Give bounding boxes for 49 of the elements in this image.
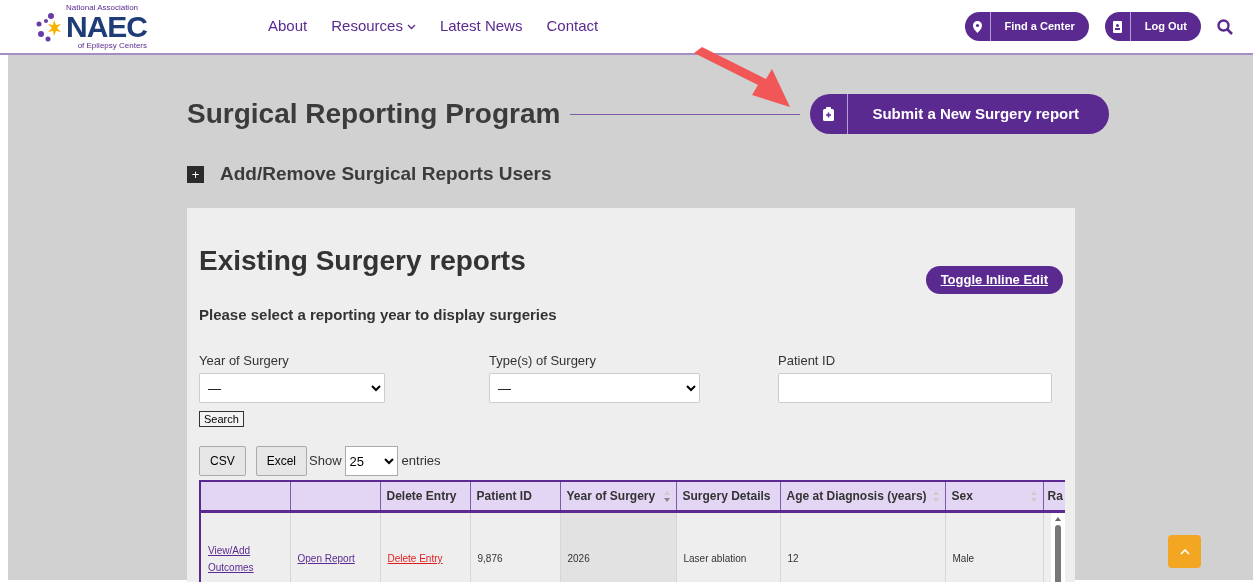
column-header: Ra: [1043, 481, 1065, 511]
logo-tagline: National Association: [66, 3, 140, 12]
column-header[interactable]: Year of Surgery: [560, 481, 676, 511]
submit-report-button[interactable]: Submit a New Surgery report: [810, 94, 1110, 134]
column-header: Patient ID: [470, 481, 560, 511]
id-card-icon: [1112, 20, 1122, 33]
show-label: Show: [309, 452, 342, 471]
map-pin-icon: [972, 20, 982, 33]
filter-select[interactable]: —: [199, 373, 385, 403]
filter-label: Type(s) of Surgery: [489, 351, 597, 370]
panel-heading: Existing Surgery reports: [199, 244, 526, 278]
sort-icon: [1030, 490, 1037, 502]
section-toggle-label[interactable]: Add/Remove Surgical Reports Users: [220, 159, 552, 189]
entries-label: entries: [401, 452, 441, 471]
sort-icon: [932, 490, 939, 502]
column-header: Surgery Details: [676, 481, 780, 511]
logo-text: NAEC: [66, 11, 147, 42]
instruction-text: Please select a reporting year to display surgeries: [199, 305, 558, 325]
table-cell: Laser ablation: [683, 553, 747, 564]
nav-link[interactable]: Contact: [546, 15, 599, 38]
clipboard-plus-icon: [823, 107, 835, 121]
page-title: Surgical Reporting Program: [187, 97, 561, 131]
sort-descending-icon: [663, 490, 670, 502]
nav-link[interactable]: Latest News: [439, 15, 523, 38]
column-header: Delete Entry: [380, 481, 470, 511]
column-header[interactable]: Sex: [945, 481, 1043, 511]
table-cell: 12: [787, 553, 799, 564]
header-button[interactable]: Find a Center: [964, 12, 1089, 41]
chevron-up-icon: [1179, 548, 1190, 555]
table-cell: 9,876: [477, 553, 503, 564]
delete-link[interactable]: Delete Entry: [387, 553, 443, 564]
filter-label: Year of Surgery: [199, 351, 290, 370]
page-length-select[interactable]: 25: [344, 446, 398, 476]
filter-label: Patient ID: [778, 351, 837, 370]
search-button[interactable]: Search: [199, 411, 244, 427]
logo-tagline: of Epilepsy Centers: [76, 41, 147, 50]
export-button[interactable]: CSV: [199, 446, 246, 476]
table-cell: 2026: [567, 553, 590, 564]
expand-toggle[interactable]: +: [187, 165, 204, 183]
search-icon[interactable]: [1217, 18, 1233, 35]
filter-select[interactable]: —: [489, 373, 700, 403]
export-button[interactable]: Excel: [255, 446, 308, 476]
nav-link[interactable]: Resources: [331, 15, 416, 38]
nav-link[interactable]: About: [268, 15, 308, 38]
filter-input[interactable]: [778, 373, 1052, 403]
header-button[interactable]: Log Out: [1104, 12, 1201, 41]
table-cell: Male: [952, 553, 975, 564]
toggle-inline-edit-button[interactable]: Toggle Inline Edit: [925, 266, 1063, 294]
column-header[interactable]: Age at Diagnosis (years): [780, 481, 945, 511]
